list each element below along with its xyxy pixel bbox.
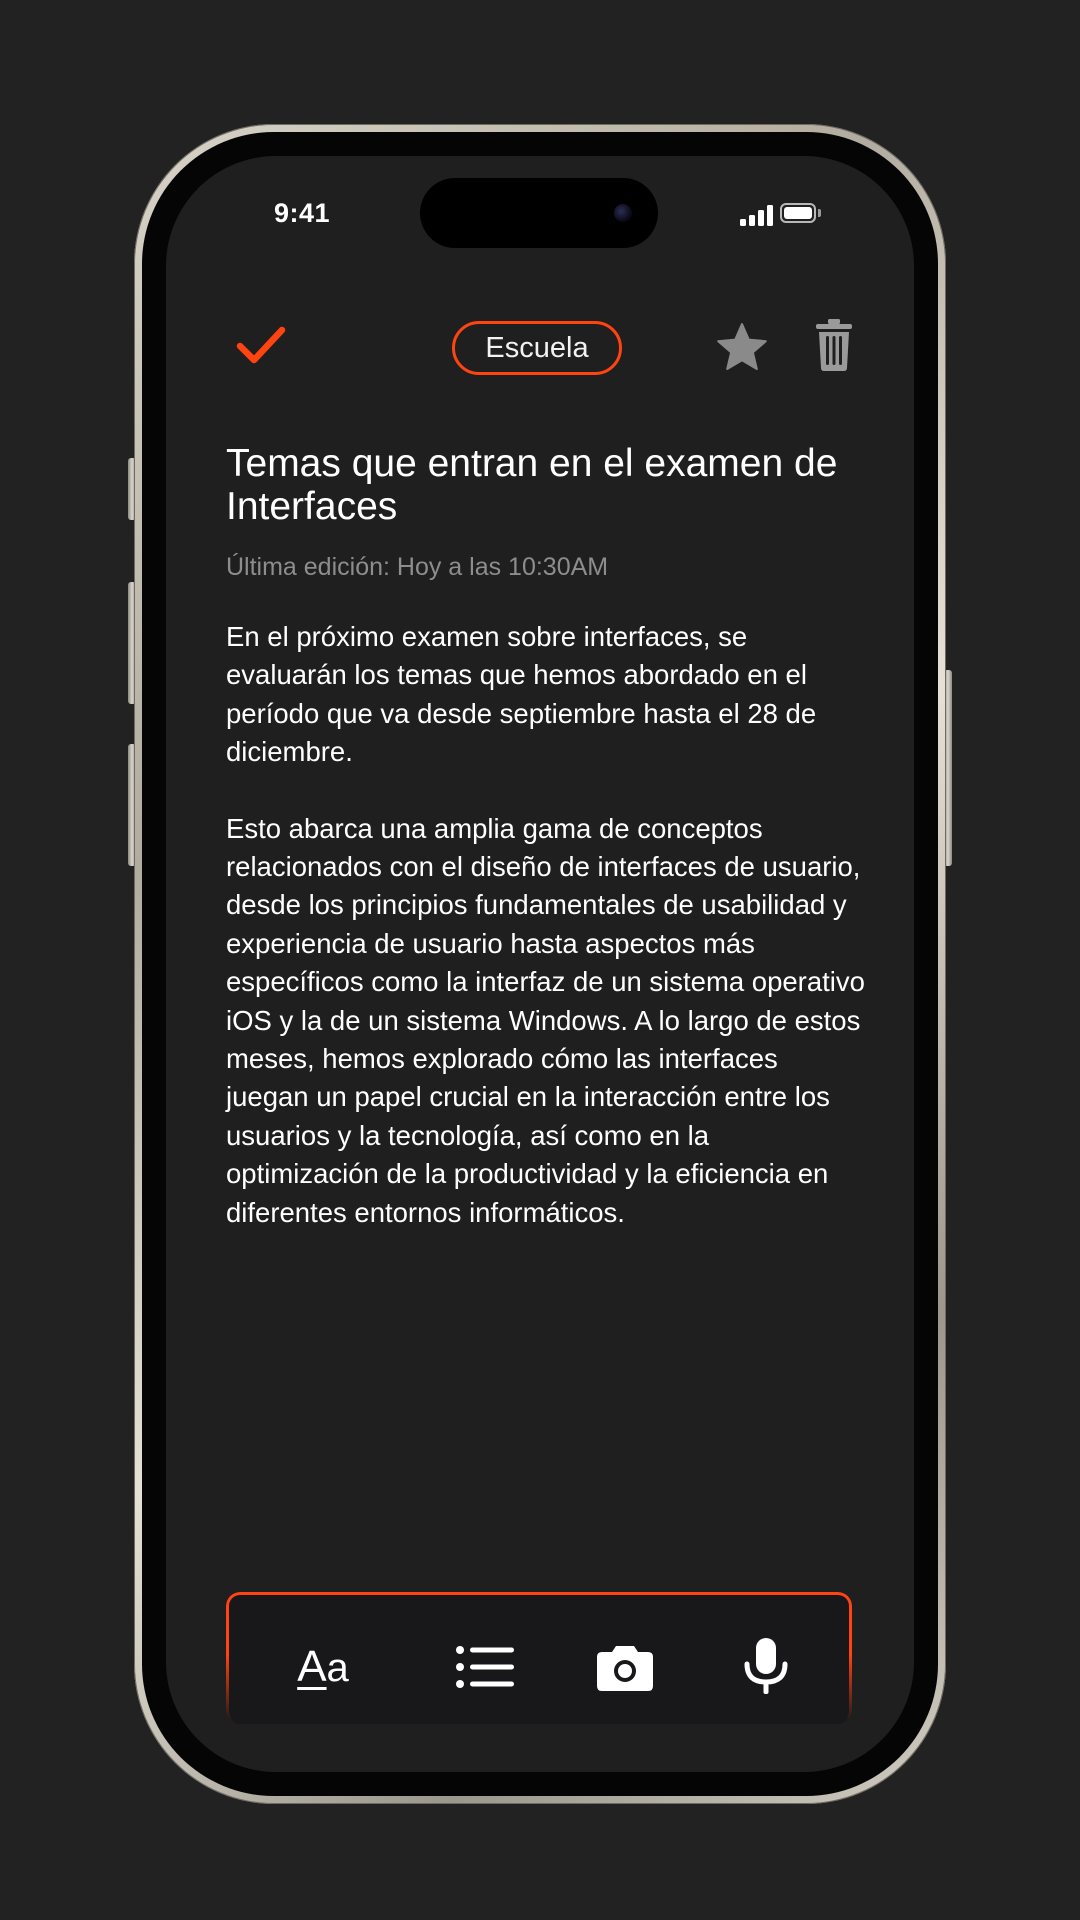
favorite-button[interactable] — [714, 320, 770, 376]
done-button[interactable] — [232, 320, 292, 370]
phone-screen: 9:41 Escuela Temas que entran en el exam… — [166, 156, 914, 1772]
note-title[interactable]: Temas que entran en el examen de Interfa… — [226, 442, 866, 528]
category-tag-button[interactable]: Escuela — [452, 321, 622, 375]
checkmark-icon — [236, 326, 286, 364]
note-body[interactable]: En el próximo examen sobre interfaces, s… — [226, 618, 866, 1270]
status-time: 9:41 — [274, 198, 331, 228]
list-icon — [456, 1646, 514, 1688]
dictation-button[interactable] — [741, 1638, 791, 1695]
note-paragraph[interactable]: En el próximo examen sobre interfaces, s… — [226, 618, 866, 772]
list-button[interactable] — [455, 1639, 515, 1695]
microphone-icon — [744, 1638, 788, 1694]
device-stage: 9:41 Escuela Temas que entran en el exam… — [0, 0, 1080, 1920]
note-paragraph[interactable]: Esto abarca una amplia gama de conceptos… — [226, 810, 866, 1232]
battery-icon — [780, 203, 816, 223]
trash-icon — [816, 319, 852, 371]
text-format-button[interactable]: Aa — [291, 1639, 355, 1695]
category-tag-label: Escuela — [485, 331, 589, 364]
star-icon — [717, 323, 767, 370]
cellular-signal-icon — [740, 204, 774, 226]
last-edited-label: Última edición: Hoy a las 10:30AM — [226, 553, 609, 581]
camera-button[interactable] — [595, 1639, 655, 1695]
front-camera-icon — [614, 204, 632, 222]
dynamic-island — [420, 178, 658, 248]
battery-tip — [818, 209, 821, 217]
text-format-icon: Aa — [297, 1642, 349, 1691]
camera-icon — [597, 1646, 653, 1691]
editing-toolbar: Aa — [226, 1592, 852, 1724]
delete-button[interactable] — [814, 318, 854, 372]
